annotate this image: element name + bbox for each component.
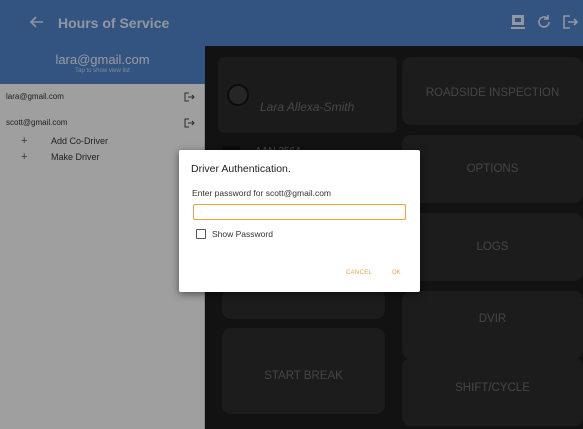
show-password-label[interactable]: Show Password xyxy=(212,229,273,239)
dialog-title: Driver Authentication. xyxy=(191,163,291,175)
cancel-button[interactable]: CANCEL xyxy=(346,270,372,276)
driver-authentication-dialog: Driver Authentication. Enter password fo… xyxy=(179,150,420,292)
show-password-checkbox[interactable] xyxy=(196,229,206,239)
password-prompt: Enter password for scott@gmail.com xyxy=(192,188,332,198)
password-input[interactable] xyxy=(193,204,406,220)
ok-button[interactable]: OK xyxy=(392,270,401,276)
